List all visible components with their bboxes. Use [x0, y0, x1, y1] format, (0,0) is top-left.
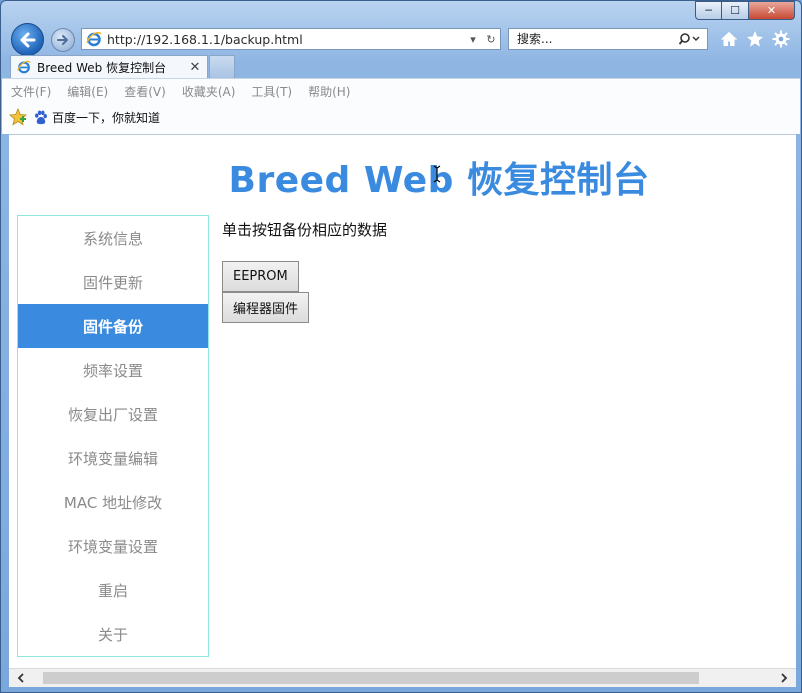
menu-help[interactable]: 帮助(H) — [308, 83, 350, 100]
page-content: Breed Web 恢复控制台 系统信息 固件更新 固件备份 频率设置 恢复出厂… — [9, 134, 796, 669]
tab-title: Breed Web 恢复控制台 — [37, 60, 167, 75]
sidebar-item-about[interactable]: 关于 — [18, 612, 208, 656]
menu-bar: 文件(F) 编辑(E) 查看(V) 收藏夹(A) 工具(T) 帮助(H) — [2, 79, 800, 103]
sidebar-item-reboot[interactable]: 重启 — [18, 568, 208, 612]
search-box[interactable] — [508, 28, 708, 50]
backup-instruction: 单击按钮备份相应的数据 — [222, 221, 388, 239]
scrollbar-thumb[interactable] — [43, 672, 699, 684]
address-dropdown-icon[interactable]: ▾ — [464, 33, 482, 46]
tab-strip: Breed Web 恢复控制台 ✕ — [1, 54, 801, 78]
menu-tools[interactable]: 工具(T) — [251, 83, 292, 100]
address-url[interactable]: http://192.168.1.1/backup.html — [107, 32, 464, 47]
page-title: Breed Web 恢复控制台 — [228, 160, 650, 201]
home-icon[interactable] — [719, 28, 739, 50]
sidebar-item-firmware-update[interactable]: 固件更新 — [18, 260, 208, 304]
browser-toolbar-icons — [719, 28, 791, 50]
add-favorite-star-icon[interactable] — [8, 107, 28, 127]
maximize-button[interactable]: ☐ — [722, 1, 749, 20]
menu-view[interactable]: 查看(V) — [124, 83, 166, 100]
new-tab-button[interactable] — [209, 55, 235, 78]
scroll-right-icon[interactable] — [772, 669, 796, 687]
search-icon[interactable] — [673, 32, 707, 46]
sidebar-item-factory-reset[interactable]: 恢复出厂设置 — [18, 392, 208, 436]
search-input[interactable] — [515, 31, 673, 47]
favorites-star-icon[interactable] — [745, 28, 765, 50]
close-window-button[interactable]: ✕ — [749, 1, 795, 20]
menu-edit[interactable]: 编辑(E) — [67, 83, 108, 100]
sidebar-nav: 系统信息 固件更新 固件备份 频率设置 恢复出厂设置 环境变量编辑 MAC 地址… — [17, 215, 209, 657]
browser-command-area: 文件(F) 编辑(E) 查看(V) 收藏夹(A) 工具(T) 帮助(H) 百度一… — [2, 78, 800, 134]
tab-breed-web[interactable]: Breed Web 恢复控制台 ✕ — [10, 55, 208, 78]
forward-button[interactable] — [51, 28, 75, 52]
ie-logo-icon — [16, 59, 32, 75]
sidebar-item-system-info[interactable]: 系统信息 — [18, 216, 208, 260]
minimize-button[interactable]: ─ — [695, 1, 722, 20]
sidebar-item-frequency-settings[interactable]: 频率设置 — [18, 348, 208, 392]
eeprom-backup-button[interactable]: EEPROM — [222, 261, 299, 292]
scroll-left-icon[interactable] — [9, 669, 33, 687]
sidebar-item-mac-address[interactable]: MAC 地址修改 — [18, 480, 208, 524]
text-cursor-icon — [433, 165, 441, 183]
browser-window: ─ ☐ ✕ http://192.168.1.1/backup.html ▾ ↻ — [0, 0, 802, 693]
baidu-paw-icon — [32, 109, 48, 125]
window-bottom-frame — [1, 687, 801, 692]
address-bar[interactable]: http://192.168.1.1/backup.html ▾ ↻ — [81, 28, 501, 50]
menu-file[interactable]: 文件(F) — [11, 83, 51, 100]
back-button[interactable] — [11, 23, 44, 56]
sidebar-item-env-var-edit[interactable]: 环境变量编辑 — [18, 436, 208, 480]
sidebar-item-env-var-settings[interactable]: 环境变量设置 — [18, 524, 208, 568]
firmware-backup-button[interactable]: 编程器固件 — [222, 292, 310, 323]
ie-logo-icon — [85, 30, 103, 48]
arrow-left-icon — [20, 32, 35, 47]
sidebar-item-firmware-backup[interactable]: 固件备份 — [18, 304, 208, 348]
arrow-right-icon — [57, 35, 68, 45]
close-tab-icon[interactable]: ✕ — [187, 60, 203, 75]
menu-favorites[interactable]: 收藏夹(A) — [182, 83, 236, 100]
favorites-bar: 百度一下，你就知道 — [2, 103, 800, 131]
horizontal-scrollbar[interactable] — [9, 668, 796, 687]
refresh-icon[interactable]: ↻ — [482, 33, 500, 46]
favorite-link-baidu[interactable]: 百度一下，你就知道 — [52, 109, 160, 126]
gear-icon[interactable] — [771, 28, 791, 50]
window-caption-buttons: ─ ☐ ✕ — [695, 1, 795, 21]
